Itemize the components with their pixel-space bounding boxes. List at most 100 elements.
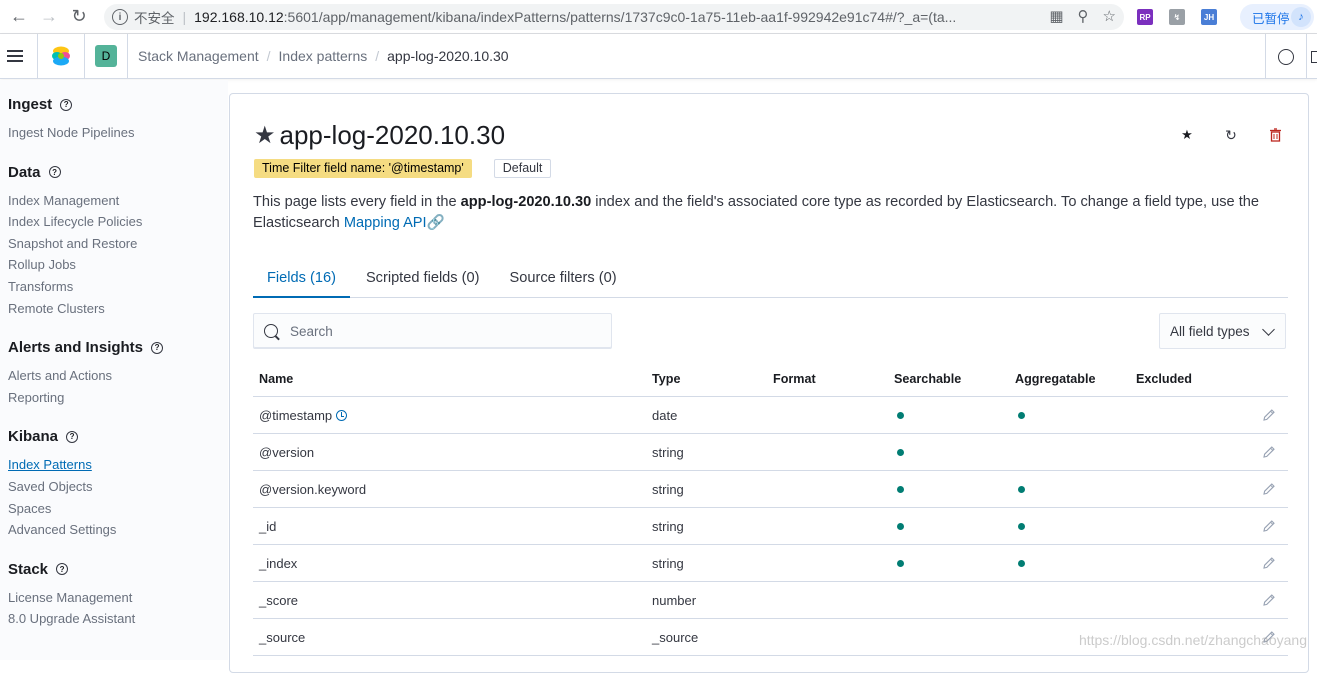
sidebar-group-title: Data [8, 164, 41, 181]
header-divider [1306, 34, 1307, 79]
field-name-cell: _source [253, 630, 646, 645]
searchable-cell [888, 486, 1009, 493]
edit-pencil-icon[interactable] [1262, 408, 1276, 422]
field-name-cell: _id [253, 519, 646, 534]
delete-trash-icon[interactable] [1266, 126, 1284, 144]
help-icon[interactable]: ? [66, 431, 78, 443]
back-button[interactable]: ← [8, 6, 30, 28]
search-input[interactable] [290, 324, 590, 339]
sidebar-item-index-lifecycle-policies[interactable]: Index Lifecycle Policies [8, 211, 220, 233]
sidebar-item-snapshot-and-restore[interactable]: Snapshot and Restore [8, 233, 220, 255]
edit-pencil-icon[interactable] [1262, 519, 1276, 533]
pause-label: 已暂停 [1252, 8, 1290, 27]
external-link-icon: 🔗 [427, 215, 445, 231]
search-field [253, 313, 612, 349]
elastic-logo-icon[interactable] [50, 45, 72, 67]
management-sidebar: Ingest? Ingest Node Pipelines Data? Inde… [0, 80, 228, 660]
sidebar-item-reporting[interactable]: Reporting [8, 387, 220, 409]
tab-fields[interactable]: Fields (16) [253, 266, 350, 298]
field-type-filter[interactable]: All field types [1159, 313, 1286, 349]
set-default-star-icon[interactable]: ★ [1178, 126, 1196, 144]
refresh-fields-icon[interactable]: ↻ [1222, 126, 1240, 144]
table-body: @timestampdate@versionstring@version.key… [253, 397, 1288, 656]
sidebar-item-ingest-node-pipelines[interactable]: Ingest Node Pipelines [8, 122, 220, 144]
search-icon [264, 324, 278, 338]
extension-rp-icon[interactable]: RP [1137, 9, 1153, 25]
tab-scripted-fields[interactable]: Scripted fields (0) [352, 266, 494, 298]
column-name[interactable]: Name [253, 372, 646, 386]
sync-paused-button[interactable]: 已暂停 ♪ [1240, 4, 1314, 30]
aggregatable-dot-icon [1018, 412, 1025, 419]
edit-pencil-icon[interactable] [1262, 556, 1276, 570]
sidebar-group-kibana: Kibana? Index Patterns Saved Objects Spa… [8, 428, 220, 540]
page-title: app-log-2020.10.30 [280, 120, 506, 151]
searchable-cell [888, 560, 1009, 567]
column-type[interactable]: Type [646, 372, 767, 386]
sidebar-item-remote-clusters[interactable]: Remote Clusters [8, 298, 220, 320]
table-header: Name Type Format Searchable Aggregatable… [253, 361, 1288, 397]
desc-pre: This page lists every field in the [253, 194, 461, 210]
column-aggregatable[interactable]: Aggregatable [1009, 372, 1130, 386]
edit-pencil-icon[interactable] [1262, 445, 1276, 459]
translate-icon[interactable]: ▦ [1049, 7, 1063, 25]
extension-icon[interactable]: ↯ [1169, 9, 1185, 25]
edit-pencil-icon[interactable] [1262, 593, 1276, 607]
sidebar-item-alerts-and-actions[interactable]: Alerts and Actions [8, 365, 220, 387]
column-searchable[interactable]: Searchable [888, 372, 1009, 386]
table-row: _indexstring [253, 545, 1288, 582]
sidebar-item-transforms[interactable]: Transforms [8, 276, 220, 298]
column-excluded[interactable]: Excluded [1130, 372, 1230, 386]
mapping-api-link[interactable]: Mapping API🔗 [344, 215, 445, 231]
help-icon[interactable]: ? [49, 166, 61, 178]
address-bar-icons: ▦ ⚲ ☆ [1049, 7, 1116, 25]
reload-button[interactable]: ↻ [68, 6, 90, 28]
breadcrumb-current: app-log-2020.10.30 [387, 48, 508, 64]
help-icon[interactable]: ? [151, 342, 163, 354]
newsfeed-icon[interactable] [1311, 51, 1317, 63]
field-name-cell: @version [253, 445, 646, 460]
field-name-cell: _score [253, 593, 646, 608]
help-icon[interactable]: ? [56, 563, 68, 575]
extension-jh-icon[interactable]: JH [1201, 9, 1217, 25]
field-type: string [646, 482, 767, 497]
field-type: _source [646, 630, 767, 645]
help-menu-icon[interactable] [1278, 49, 1294, 65]
space-selector[interactable]: D [95, 45, 117, 67]
bookmark-star-icon[interactable]: ☆ [1103, 7, 1116, 25]
kibana-header: D Stack Management / Index patterns / ap… [0, 34, 1317, 79]
sidebar-group-title: Ingest [8, 96, 52, 113]
info-icon[interactable]: i [112, 9, 128, 25]
field-type: number [646, 593, 767, 608]
chevron-down-icon [1262, 323, 1275, 336]
field-name: @version [259, 445, 314, 460]
zoom-icon[interactable]: ⚲ [1078, 7, 1089, 25]
sidebar-item-upgrade-assistant[interactable]: 8.0 Upgrade Assistant [8, 608, 220, 630]
breadcrumb-stack-management[interactable]: Stack Management [138, 48, 259, 64]
sidebar-item-index-patterns[interactable]: Index Patterns [8, 454, 220, 476]
address-bar[interactable]: i 不安全 | 192.168.10.12:5601/app/managemen… [104, 4, 1124, 30]
column-format[interactable]: Format [767, 372, 888, 386]
breadcrumb-index-patterns[interactable]: Index patterns [279, 48, 368, 64]
field-name: _source [259, 630, 305, 645]
forward-button[interactable]: → [38, 6, 60, 28]
sidebar-item-license-management[interactable]: License Management [8, 587, 220, 609]
hamburger-menu-icon[interactable] [7, 50, 23, 62]
edit-pencil-icon[interactable] [1262, 482, 1276, 496]
sidebar-item-saved-objects[interactable]: Saved Objects [8, 476, 220, 498]
sidebar-group-alerts-and-insights: Alerts and Insights? Alerts and Actions … [8, 339, 220, 408]
aggregatable-dot-icon [1018, 560, 1025, 567]
sidebar-item-advanced-settings[interactable]: Advanced Settings [8, 519, 220, 541]
sidebar-item-index-management[interactable]: Index Management [8, 190, 220, 212]
field-name: _id [259, 519, 276, 534]
url-host: 192.168.10.12 [194, 9, 284, 25]
field-name: @version.keyword [259, 482, 366, 497]
tab-source-filters[interactable]: Source filters (0) [496, 266, 631, 298]
aggregatable-cell [1009, 523, 1130, 530]
sidebar-item-rollup-jobs[interactable]: Rollup Jobs [8, 254, 220, 276]
field-type: string [646, 445, 767, 460]
sidebar-item-spaces[interactable]: Spaces [8, 498, 220, 520]
field-name: @timestamp [259, 408, 332, 423]
help-icon[interactable]: ? [60, 99, 72, 111]
field-name-cell: _index [253, 556, 646, 571]
field-name: _index [259, 556, 297, 571]
